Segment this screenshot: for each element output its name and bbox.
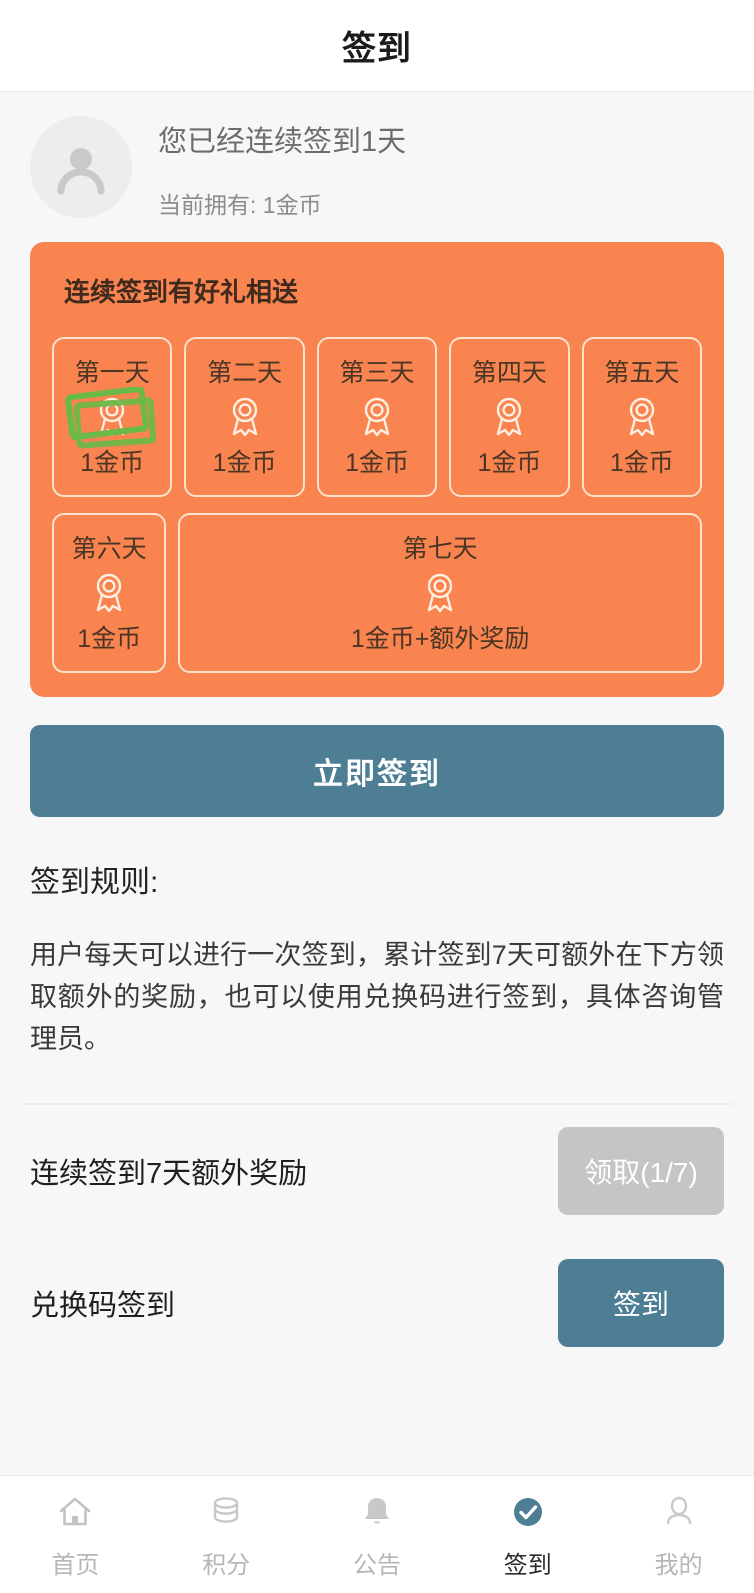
home-icon <box>55 1489 95 1535</box>
reward-day-4[interactable]: 第四天 1金币 <box>449 337 570 497</box>
reward-day-label: 第三天 <box>339 359 415 387</box>
tab-label: 公告 <box>352 1552 401 1579</box>
reward-day-value: 1金币 <box>80 449 145 477</box>
bell-icon <box>357 1489 397 1535</box>
reward-days-row-1: 第一天 1金币 第二天 1金币 第三天 1金币 第四天 1金币 第五天 1金币 <box>52 337 703 497</box>
reward-day-1[interactable]: 第一天 1金币 <box>52 337 173 497</box>
claim-extra-reward-button[interactable]: 领取(1/7) <box>558 1126 724 1215</box>
reward-day-2[interactable]: 第二天 1金币 <box>184 337 305 497</box>
medal-icon <box>497 397 522 437</box>
medal-icon <box>100 397 125 437</box>
medal-icon <box>96 573 122 613</box>
bottom-tab-bar: 首页 积分 公告 签到 我的 <box>0 1475 754 1593</box>
person-icon <box>659 1489 699 1535</box>
medal-icon <box>232 397 257 437</box>
reward-day-label: 第一天 <box>74 359 150 387</box>
medal-icon <box>427 573 453 613</box>
extra-reward-label: 连续签到7天额外奖励 <box>30 1157 308 1190</box>
tab-label: 我的 <box>654 1552 703 1579</box>
reward-day-value: 1金币+额外奖励 <box>350 625 530 653</box>
tab-label: 首页 <box>51 1552 100 1579</box>
page-body: 您已经连续签到1天 当前拥有: 1金币 连续签到有好礼相送 第一天 1金币 第二… <box>0 92 754 1475</box>
reward-day-label: 第二天 <box>207 359 283 387</box>
tab-home[interactable]: 首页 <box>0 1489 151 1580</box>
reward-day-label: 第七天 <box>402 535 478 563</box>
tab-points[interactable]: 积分 <box>151 1489 302 1580</box>
reward-day-6[interactable]: 第六天 1金币 <box>52 513 167 673</box>
user-text-block: 您已经连续签到1天 当前拥有: 1金币 <box>158 114 406 220</box>
tab-label: 签到 <box>503 1552 552 1579</box>
redeem-code-row: 兑换码签到 签到 <box>30 1237 724 1369</box>
reward-day-value: 1金币 <box>609 449 674 477</box>
reward-day-3[interactable]: 第三天 1金币 <box>316 337 438 497</box>
avatar[interactable] <box>30 116 132 218</box>
reward-days-row-2: 第六天 1金币 第七天 1金币+额外奖励 <box>52 513 702 673</box>
medal-icon <box>364 397 390 437</box>
redeem-code-label: 兑换码签到 <box>30 1289 176 1322</box>
streak-text: 您已经连续签到1天 <box>158 126 407 158</box>
medal-icon <box>629 397 655 437</box>
reward-day-value: 1金币 <box>212 449 277 477</box>
tab-profile[interactable]: 我的 <box>603 1489 754 1580</box>
reward-day-label: 第五天 <box>604 359 680 387</box>
coin-stack-icon <box>206 1489 246 1535</box>
reward-day-label: 第六天 <box>71 535 147 563</box>
check-in-now-button[interactable]: 立即签到 <box>30 725 724 817</box>
extra-reward-row: 连续签到7天额外奖励 领取(1/7) <box>30 1105 724 1237</box>
reward-day-value: 1金币 <box>77 625 142 653</box>
checkin-screen: 签到 您已经连续签到1天 当前拥有: 1金币 连续签到有好礼相送 第一天 1金币… <box>0 0 754 1593</box>
tab-label: 积分 <box>202 1552 251 1579</box>
page-title: 签到 <box>342 30 412 68</box>
user-placeholder-icon <box>57 148 105 195</box>
reward-day-5[interactable]: 第五天 1金币 <box>581 337 703 497</box>
rules-heading: 签到规则: <box>30 866 159 899</box>
user-summary: 您已经连续签到1天 当前拥有: 1金币 <box>0 92 754 236</box>
reward-day-label: 第四天 <box>471 359 547 387</box>
redeem-code-checkin-button[interactable]: 签到 <box>558 1258 724 1347</box>
tab-announcements[interactable]: 公告 <box>302 1489 453 1580</box>
reward-card-title: 连续签到有好礼相送 <box>64 277 299 307</box>
tab-checkin[interactable]: 签到 <box>452 1489 603 1580</box>
check-circle-icon <box>508 1489 548 1535</box>
coin-balance-text: 当前拥有: 1金币 <box>158 192 322 218</box>
reward-day-value: 1金币 <box>345 449 409 477</box>
reward-card: 连续签到有好礼相送 第一天 1金币 第二天 1金币 第三天 1金币 第四天 1金… <box>30 242 724 697</box>
reward-day-value: 1金币 <box>477 449 542 477</box>
reward-day-7[interactable]: 第七天 1金币+额外奖励 <box>178 513 702 673</box>
title-bar: 签到 <box>0 0 754 92</box>
rules-text: 用户每天可以进行一次签到，累计签到7天可额外在下方领取额外的奖励，也可以使用兑换… <box>30 940 724 1054</box>
